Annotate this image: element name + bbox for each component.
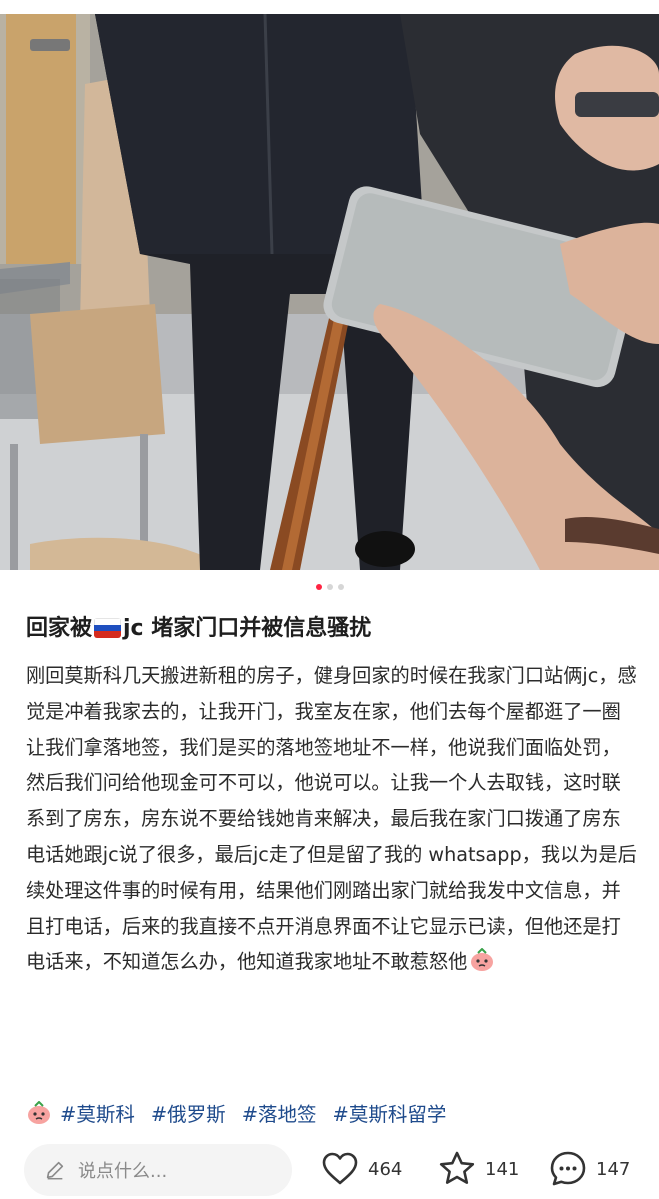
favorite-button[interactable]: 141 xyxy=(437,1149,519,1189)
carousel-dot-3[interactable] xyxy=(337,584,344,590)
like-button[interactable]: 464 xyxy=(320,1149,402,1189)
comment-input[interactable]: 说点什么... xyxy=(24,1144,292,1196)
pencil-icon xyxy=(46,1161,64,1180)
tag-list: #莫斯科 #俄罗斯 #落地签 #莫斯科留学 xyxy=(26,1098,446,1127)
comment-button[interactable]: 147 xyxy=(548,1149,630,1189)
scared-face-emoji-icon xyxy=(469,947,495,972)
comment-bubble-icon xyxy=(550,1151,586,1186)
title-suffix: jc 堵家门口并被信息骚扰 xyxy=(123,616,372,641)
favorite-count: 141 xyxy=(485,1158,520,1180)
comment-count: 147 xyxy=(596,1158,631,1180)
tag-moscow-study[interactable]: #莫斯科留学 xyxy=(333,1098,447,1127)
comment-placeholder: 说点什么... xyxy=(78,1161,168,1182)
tag-landing-visa[interactable]: #落地签 xyxy=(242,1098,317,1127)
like-count: 464 xyxy=(368,1158,403,1180)
star-icon xyxy=(439,1151,475,1184)
heart-icon xyxy=(322,1152,358,1185)
tag-moscow[interactable]: #莫斯科 xyxy=(60,1098,135,1127)
russia-flag-icon xyxy=(94,618,122,638)
post-image[interactable] xyxy=(0,14,659,570)
post-body: 刚回莫斯科几天搬进新租的房子，健身回家的时候在我家门口站俩jc，感觉是冲着我家去… xyxy=(26,658,638,980)
carousel-dot-1[interactable] xyxy=(315,584,322,590)
title-prefix: 回家被 xyxy=(26,616,93,641)
post-title: 回家被 jc 堵家门口并被信息骚扰 xyxy=(26,612,636,646)
carousel-indicator xyxy=(0,584,659,590)
post-body-text: 刚回莫斯科几天搬进新租的房子，健身回家的时候在我家门口站俩jc，感觉是冲着我家去… xyxy=(26,664,637,974)
bottom-action-bar: 说点什么... 464 141 147 xyxy=(0,1140,659,1199)
post-photo-illustration xyxy=(0,14,659,570)
scared-face-emoji-icon xyxy=(26,1100,52,1125)
tag-russia[interactable]: #俄罗斯 xyxy=(151,1098,226,1127)
carousel-dot-2[interactable] xyxy=(326,584,333,590)
